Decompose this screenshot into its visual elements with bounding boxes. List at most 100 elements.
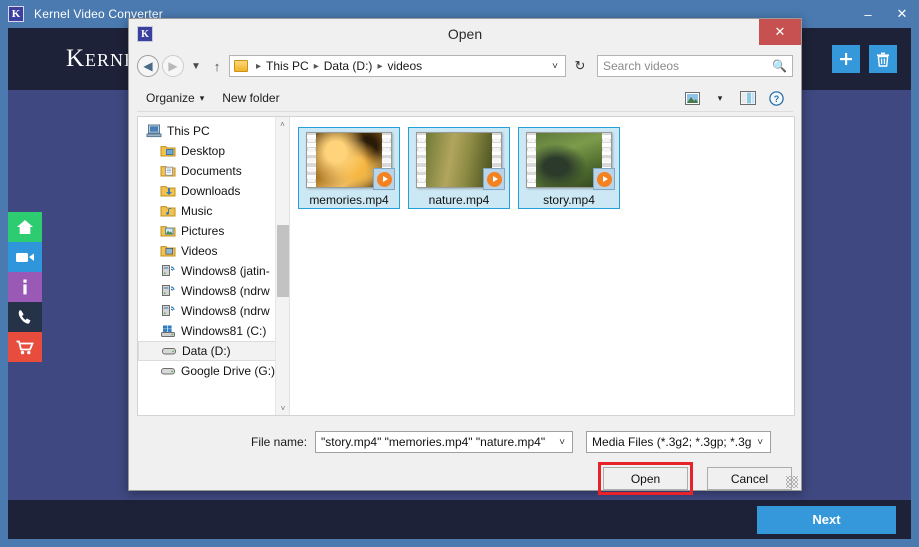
- tree-item-pictures[interactable]: Pictures: [138, 221, 289, 241]
- refresh-icon[interactable]: ↻: [569, 55, 591, 77]
- home-icon: [17, 220, 33, 234]
- scroll-down-arrow-icon[interactable]: ˅: [276, 401, 289, 415]
- breadcrumb-item-videos[interactable]: videos: [387, 59, 422, 73]
- tree-item-windows81-c[interactable]: Windows81 (C:): [138, 321, 289, 341]
- file-name-label: story.mp4: [543, 193, 595, 207]
- sidebar-item-buy[interactable]: [8, 332, 42, 362]
- chevron-down-icon[interactable]: ˅: [554, 437, 570, 448]
- open-button[interactable]: Open: [603, 467, 688, 490]
- sidebar-item-home[interactable]: [8, 212, 42, 242]
- pictures-folder-icon: [160, 226, 176, 237]
- dialog-title: Open: [447, 26, 483, 42]
- window-controls: – ✕: [851, 0, 919, 28]
- tree-item-windows8-jatin[interactable]: Windows8 (jatin-: [138, 261, 289, 281]
- plus-icon: [840, 53, 852, 65]
- tree-item-label: Downloads: [181, 184, 241, 198]
- filmstrip-perforations-left: [527, 133, 536, 187]
- tree-item-music[interactable]: Music: [138, 201, 289, 221]
- tree-scrollbar[interactable]: ˄ ˅: [275, 117, 289, 415]
- up-one-level-button[interactable]: ↑: [208, 55, 226, 77]
- preview-pane-button[interactable]: [735, 87, 761, 109]
- minimize-button[interactable]: –: [851, 0, 885, 28]
- file-item-story[interactable]: story.mp4: [518, 127, 620, 209]
- tree-item-label: Windows8 (jatin-: [181, 264, 270, 278]
- app-logo-icon: K: [8, 6, 24, 22]
- dialog-content: This PC Desktop Documents Downloads Musi…: [137, 116, 795, 416]
- play-badge-icon: [593, 168, 615, 190]
- view-options-caret[interactable]: ▾: [707, 87, 733, 109]
- navigation-tree: This PC Desktop Documents Downloads Musi…: [138, 117, 289, 381]
- add-file-button[interactable]: [832, 45, 860, 73]
- breadcrumb-chevron-down-icon[interactable]: ˅: [549, 61, 561, 72]
- tree-item-label: Windows81 (C:): [181, 324, 267, 338]
- breadcrumb-item-this-pc[interactable]: This PC: [266, 59, 309, 73]
- file-item-memories[interactable]: memories.mp4: [298, 127, 400, 209]
- change-view-button[interactable]: [679, 87, 705, 109]
- tree-item-google-drive-g[interactable]: Google Drive (G:): [138, 361, 289, 381]
- tree-item-label: Desktop: [181, 144, 226, 158]
- tree-item-videos[interactable]: Videos: [138, 241, 289, 261]
- chevron-down-icon[interactable]: ˅: [752, 437, 768, 448]
- dialog-titlebar: K Open ✕: [129, 19, 801, 49]
- videos-folder-icon: [160, 246, 176, 257]
- tree-item-data-d[interactable]: Data (D:): [138, 341, 287, 361]
- resize-grip[interactable]: [786, 476, 798, 488]
- tree-item-label: Pictures: [181, 224, 225, 238]
- scroll-up-arrow-icon[interactable]: ˄: [276, 117, 289, 131]
- next-button[interactable]: Next: [757, 505, 896, 534]
- scrollbar-thumb[interactable]: [277, 225, 289, 297]
- breadcrumb-separator-1: ▸: [313, 60, 319, 72]
- sidebar-item-contact[interactable]: [8, 302, 42, 332]
- desktop-folder-icon: [160, 146, 176, 157]
- file-name-input[interactable]: [321, 435, 555, 449]
- toolbar-right-group: ▾ ?: [679, 87, 793, 109]
- local-drive-icon: [161, 368, 175, 375]
- file-item-nature[interactable]: nature.mp4: [408, 127, 510, 209]
- new-folder-button[interactable]: New folder: [213, 86, 288, 110]
- tree-item-desktop[interactable]: Desktop: [138, 141, 289, 161]
- change-view-icon: [684, 91, 700, 105]
- organize-menu-button[interactable]: Organize ▾: [137, 86, 213, 110]
- help-button[interactable]: ?: [763, 87, 789, 109]
- cancel-button[interactable]: Cancel: [707, 467, 792, 490]
- svg-text:?: ?: [773, 94, 779, 104]
- sidebar-item-info[interactable]: [8, 272, 42, 302]
- filmstrip-perforations-left: [417, 133, 426, 187]
- chevron-down-icon: ▾: [717, 92, 723, 103]
- search-input[interactable]: [603, 59, 773, 73]
- local-drive-icon: [162, 348, 176, 355]
- delete-file-button[interactable]: [869, 45, 897, 73]
- open-button-highlight: Open: [598, 462, 693, 495]
- side-icon-bar: [8, 212, 42, 362]
- system-drive-icon: [161, 325, 175, 337]
- tree-item-this-pc[interactable]: This PC: [138, 121, 289, 141]
- play-badge-icon: [483, 168, 505, 190]
- file-list-pane[interactable]: memories.mp4 nature.mp4 story.mp4: [290, 117, 794, 415]
- close-button[interactable]: ✕: [885, 0, 919, 28]
- breadcrumb[interactable]: ▸ This PC ▸ Data (D:) ▸ videos ˅: [229, 55, 566, 77]
- navigation-bar: ◀ ▶ ▼ ↑ ▸ This PC ▸ Data (D:) ▸ videos ˅…: [137, 49, 793, 83]
- tree-item-documents[interactable]: Documents: [138, 161, 289, 181]
- header-actions: [832, 45, 897, 73]
- info-icon: [23, 279, 27, 295]
- tree-item-downloads[interactable]: Downloads: [138, 181, 289, 201]
- search-box[interactable]: 🔍: [597, 55, 793, 77]
- tree-item-windows8-ndrw-1[interactable]: Windows8 (ndrw: [138, 281, 289, 301]
- file-type-combobox[interactable]: Media Files (*.3g2; *.3gp; *.3gp2 ˅: [586, 431, 772, 453]
- trash-icon: [877, 52, 889, 67]
- breadcrumb-item-data-d[interactable]: Data (D:): [324, 59, 373, 73]
- forward-button[interactable]: ▶: [162, 55, 184, 77]
- tree-item-windows8-ndrw-2[interactable]: Windows8 (ndrw: [138, 301, 289, 321]
- recent-locations-caret-icon[interactable]: ▼: [187, 55, 205, 77]
- play-badge-icon: [373, 168, 395, 190]
- file-type-value: Media Files (*.3g2; *.3gp; *.3gp2: [592, 435, 753, 449]
- dialog-close-button[interactable]: ✕: [759, 19, 801, 45]
- search-icon: 🔍: [772, 59, 787, 73]
- sidebar-item-video[interactable]: [8, 242, 42, 272]
- file-name-field-label: File name:: [251, 435, 308, 449]
- back-button[interactable]: ◀: [137, 55, 159, 77]
- file-name-label: nature.mp4: [428, 193, 490, 207]
- file-name-combobox[interactable]: ˅: [315, 431, 574, 453]
- breadcrumb-separator-0: ▸: [256, 60, 262, 72]
- dialog-toolbar: Organize ▾ New folder ▾ ?: [137, 85, 793, 112]
